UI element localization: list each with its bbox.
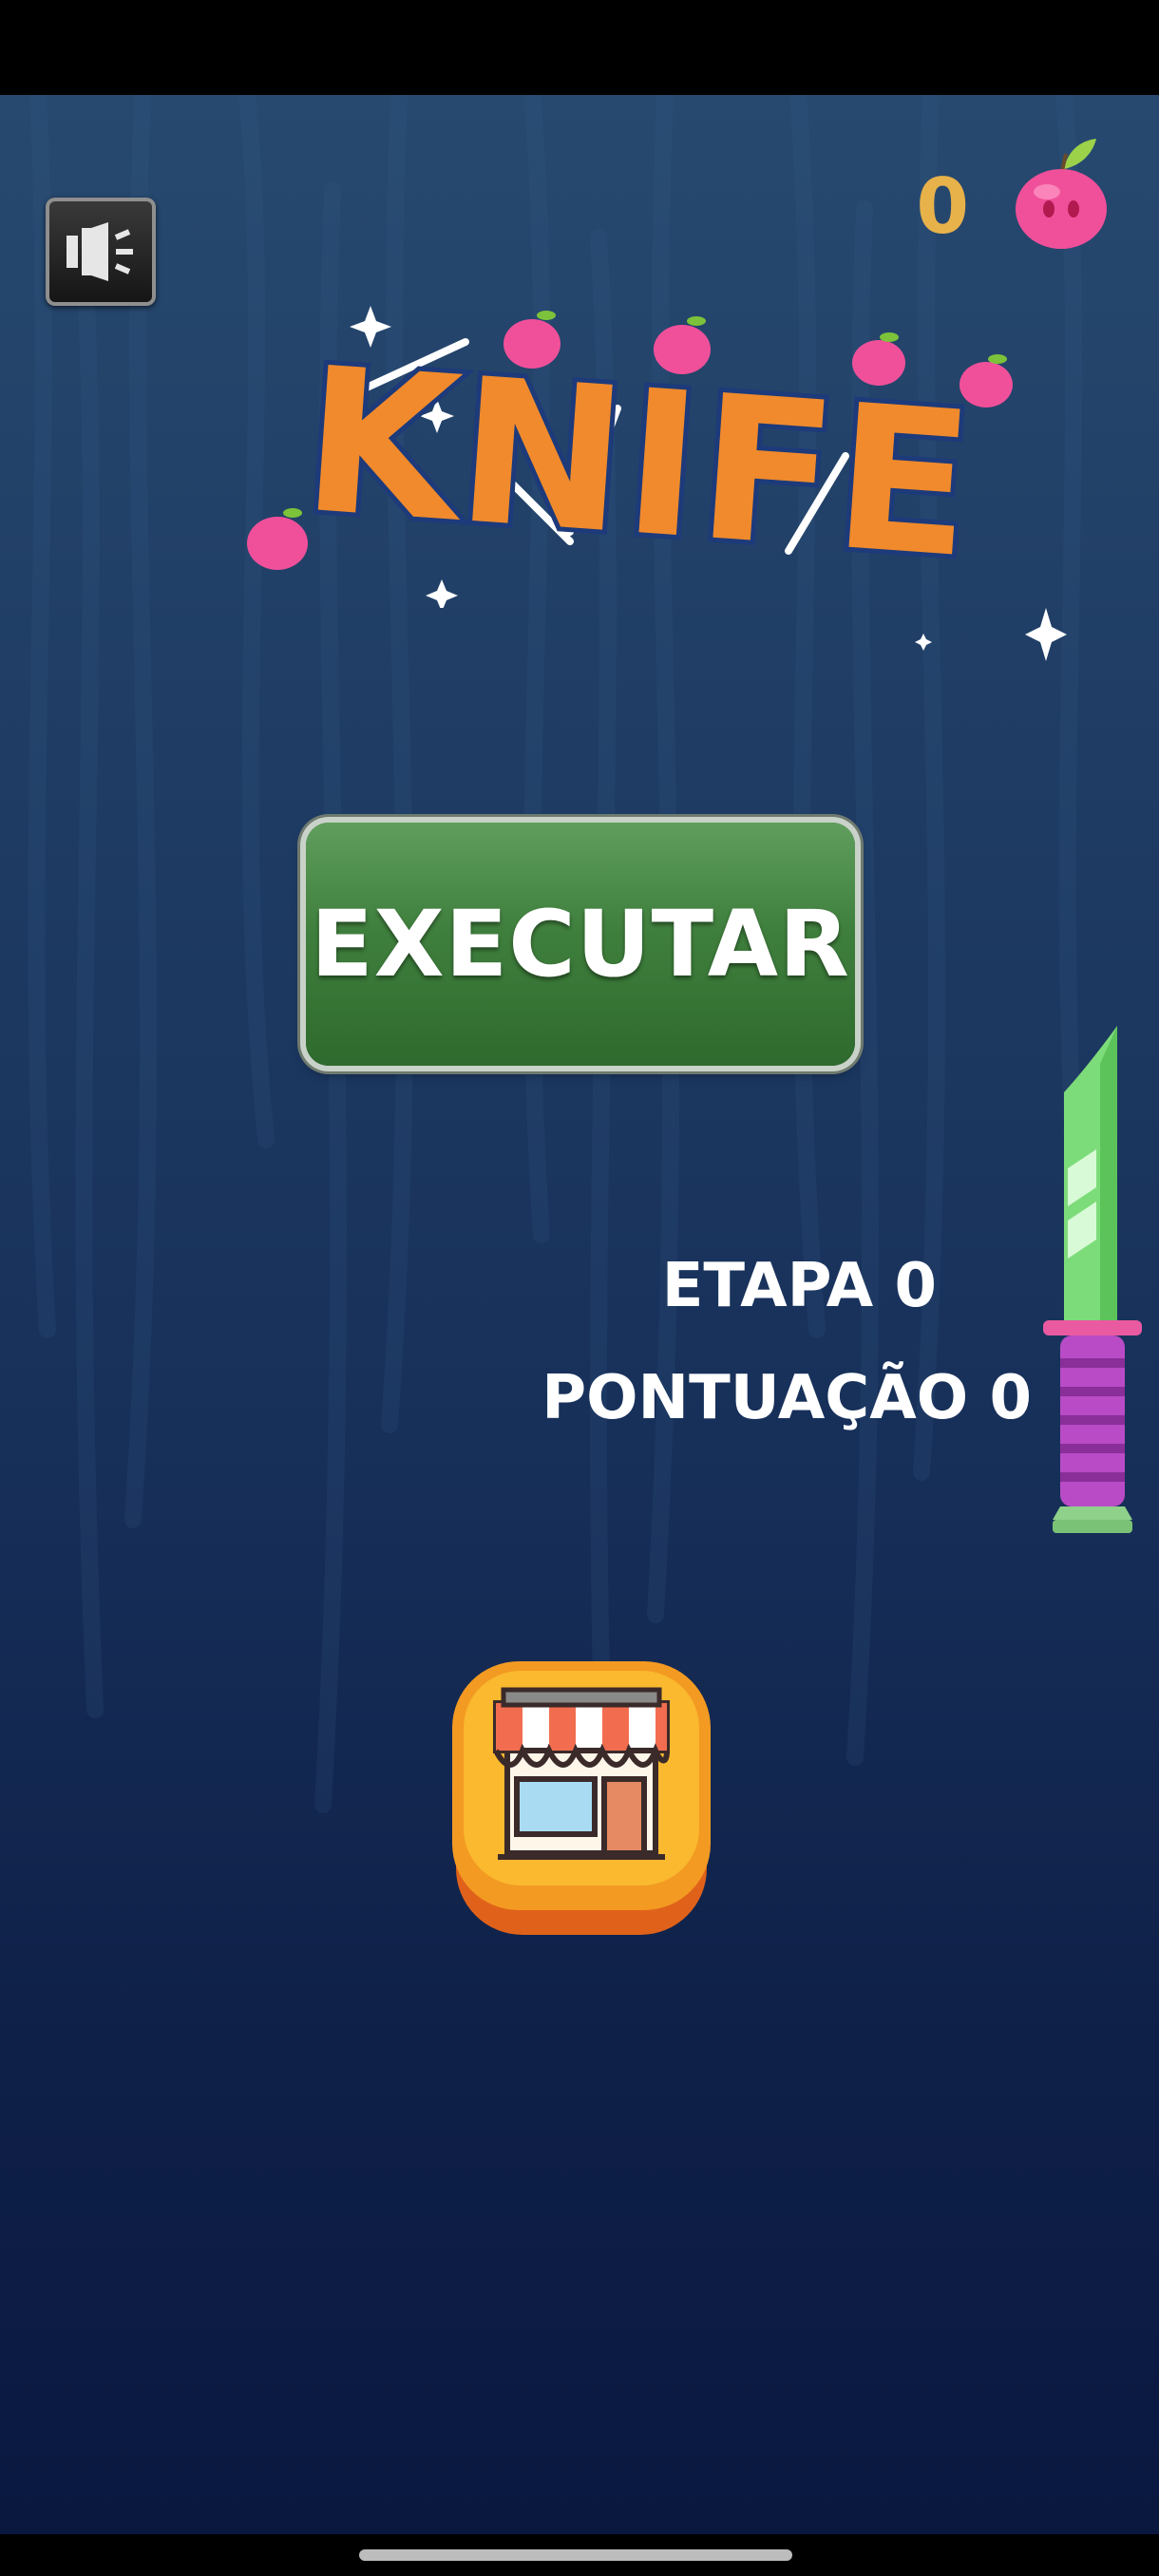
status-bar <box>0 0 1159 95</box>
game-logo: KNIFE <box>247 306 1013 608</box>
play-button-label: EXECUTAR <box>311 891 850 997</box>
sparkle-icon <box>915 634 932 651</box>
speaker-icon <box>66 222 133 281</box>
home-indicator[interactable] <box>359 2549 792 2561</box>
knife-icon <box>1043 1026 1142 1533</box>
play-button[interactable]: EXECUTAR <box>306 823 855 1066</box>
stats-panel: ETAPA 0 PONTUAÇÃO 0 <box>542 1230 1032 1454</box>
stage-value: 0 <box>894 1251 937 1321</box>
score-label: PONTUAÇÃO <box>542 1363 969 1433</box>
game-screen: 0 KNIFE EXECUTAR ETAPA 0 PONTUAÇÃO 0 <box>0 95 1159 2534</box>
stage-label: ETAPA <box>661 1251 874 1321</box>
sound-toggle-button[interactable] <box>46 198 156 306</box>
score-line: PONTUAÇÃO 0 <box>542 1342 1032 1454</box>
sparkle-icon <box>1025 608 1067 661</box>
shop-button[interactable] <box>448 1657 714 1938</box>
coin-count: 0 <box>916 162 969 251</box>
logo-text: KNIFE <box>296 324 979 602</box>
score-value: 0 <box>989 1363 1032 1433</box>
apple-icon <box>1016 139 1107 249</box>
stage-line: ETAPA 0 <box>542 1230 1032 1342</box>
shop-icon <box>493 1687 670 1860</box>
